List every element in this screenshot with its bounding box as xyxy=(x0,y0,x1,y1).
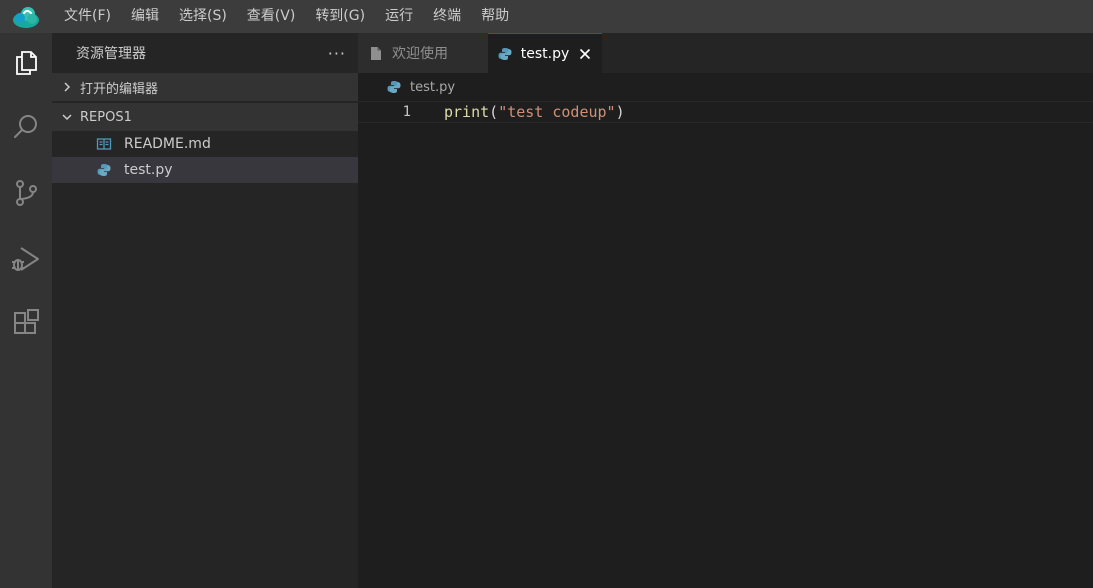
file-name: README.md xyxy=(124,136,211,152)
breadcrumb: test.py xyxy=(358,73,1093,101)
menu-run[interactable]: 运行 xyxy=(375,0,423,33)
markdown-file-icon xyxy=(96,136,112,152)
section-label: 打开的编辑器 xyxy=(80,81,159,97)
file-name: test.py xyxy=(124,162,173,178)
run-debug-icon[interactable] xyxy=(0,233,52,285)
source-control-icon[interactable] xyxy=(0,167,52,219)
menu-view[interactable]: 查看(V) xyxy=(237,0,306,33)
section-folder-repos1[interactable]: REPOS1 xyxy=(52,103,358,131)
section-label: REPOS1 xyxy=(80,109,132,125)
activity-bar xyxy=(0,33,52,588)
more-actions-icon[interactable]: ··· xyxy=(328,44,346,63)
search-icon[interactable] xyxy=(0,101,52,153)
code-line[interactable]: 1 print("test codeup") xyxy=(358,101,1093,123)
file-icon xyxy=(368,45,384,61)
code-text[interactable]: print("test codeup") xyxy=(444,103,625,121)
menu-bar: 文件(F) 编辑 选择(S) 查看(V) 转到(G) 运行 终端 帮助 xyxy=(52,0,519,33)
explorer-sidebar: 资源管理器 ··· 打开的编辑器 REPOS1 README.md test.p… xyxy=(52,33,358,588)
explorer-header: 资源管理器 ··· xyxy=(52,33,358,73)
files-icon[interactable] xyxy=(0,37,52,89)
file-readme[interactable]: README.md xyxy=(52,131,358,157)
breadcrumb-file[interactable]: test.py xyxy=(410,80,455,95)
token-paren-open: ( xyxy=(489,103,499,121)
menu-terminal[interactable]: 终端 xyxy=(423,0,471,33)
menu-edit[interactable]: 编辑 xyxy=(121,0,169,33)
file-test-py[interactable]: test.py xyxy=(52,157,358,183)
token-function: print xyxy=(444,103,490,121)
extensions-icon[interactable] xyxy=(0,297,52,349)
section-open-editors[interactable]: 打开的编辑器 xyxy=(52,73,358,101)
python-file-icon xyxy=(96,162,112,178)
editor-area: 欢迎使用 test.py test.py 1 print("test codeu… xyxy=(358,33,1093,588)
menu-goto[interactable]: 转到(G) xyxy=(305,0,375,33)
close-icon[interactable] xyxy=(577,46,592,62)
explorer-title: 资源管理器 xyxy=(76,46,146,62)
token-paren-close: ) xyxy=(615,103,625,121)
title-bar: 文件(F) 编辑 选择(S) 查看(V) 转到(G) 运行 终端 帮助 xyxy=(0,0,1093,33)
python-file-icon xyxy=(498,46,513,62)
tab-bar: 欢迎使用 test.py xyxy=(358,33,1093,73)
python-file-icon xyxy=(386,79,402,95)
tab-test-py[interactable]: test.py xyxy=(488,33,602,73)
tab-welcome[interactable]: 欢迎使用 xyxy=(358,33,488,73)
menu-file[interactable]: 文件(F) xyxy=(54,0,121,33)
chevron-right-icon xyxy=(60,81,74,93)
menu-help[interactable]: 帮助 xyxy=(471,0,519,33)
tab-label: 欢迎使用 xyxy=(392,46,448,62)
tab-label: test.py xyxy=(520,45,570,62)
line-number: 1 xyxy=(402,104,411,120)
app-logo-icon xyxy=(0,0,52,33)
chevron-down-icon xyxy=(60,112,74,122)
token-string: "test codeup" xyxy=(498,103,616,121)
menu-selection[interactable]: 选择(S) xyxy=(169,0,237,33)
